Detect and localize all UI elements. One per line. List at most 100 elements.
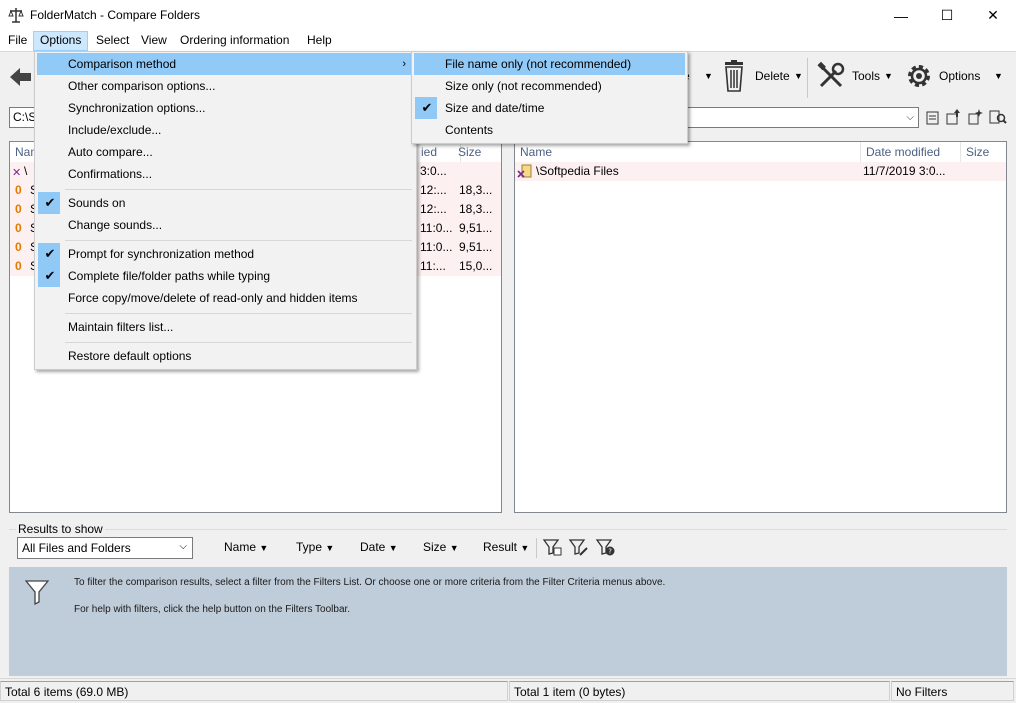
criteria-label: Result (483, 540, 518, 554)
gear-icon (908, 65, 930, 87)
table-row[interactable]: \Softpedia Files 11/7/2019 3:0... (515, 162, 1006, 181)
trash-icon (725, 60, 743, 92)
criteria-label: Name (224, 540, 257, 554)
results-label: Results to show (16, 522, 105, 536)
menu-item-restore-defaults[interactable]: Restore default options (37, 345, 414, 367)
row-date: 3:0... (420, 164, 447, 178)
file-status-icon: 0 (15, 202, 22, 216)
menu-item-complete-paths[interactable]: ✔ Complete file/folder paths while typin… (37, 265, 414, 287)
toolbar-separator (536, 538, 537, 558)
menu-item-label: Synchronization options... (68, 101, 206, 115)
criteria-name-button[interactable]: Name ▼ (224, 540, 268, 554)
menu-item-change-sounds[interactable]: Change sounds... (37, 214, 414, 236)
menu-select[interactable]: Select (90, 31, 135, 51)
menu-item-contents[interactable]: Contents (414, 119, 685, 141)
criteria-date-button[interactable]: Date ▼ (360, 540, 398, 554)
criteria-size-button[interactable]: Size ▼ (423, 540, 459, 554)
menu-item-label: File name only (not recommended) (445, 57, 632, 71)
right-list-header: Name Date modified Size (515, 142, 1006, 163)
menu-options[interactable]: Options (33, 31, 89, 51)
menu-item-comparison-method[interactable]: Comparison method › (37, 53, 414, 75)
menu-item-other-comparison-options[interactable]: Other comparison options... (37, 75, 414, 97)
menu-item-label: Change sounds... (68, 218, 163, 232)
menu-separator (65, 189, 412, 190)
menu-item-auto-compare[interactable]: Auto compare... (37, 141, 414, 163)
menu-item-prompt-sync-method[interactable]: ✔ Prompt for synchronization method (37, 243, 414, 265)
criteria-type-button[interactable]: Type ▼ (296, 540, 334, 554)
tools-button[interactable]: Tools ▼ (816, 60, 896, 94)
row-date: 11/7/2019 3:0... (863, 164, 946, 178)
svg-text:?: ? (608, 548, 612, 556)
menu-item-label: Force copy/move/delete of read-only and … (68, 291, 358, 305)
scales-icon (8, 8, 24, 23)
menu-separator (65, 313, 412, 314)
filter-help-icon[interactable]: ? (595, 537, 615, 557)
menu-file[interactable]: File (2, 31, 33, 51)
right-path-field[interactable]: ⌵ (686, 107, 919, 128)
menu-item-label: Comparison method (68, 57, 177, 71)
menu-item-label: Complete file/folder paths while typing (68, 269, 271, 283)
file-status-icon: 0 (15, 240, 22, 254)
delete-button[interactable]: Delete ▼ (722, 60, 804, 94)
column-name[interactable]: Name (515, 142, 861, 162)
check-icon: ✔ (44, 246, 56, 261)
menu-view[interactable]: View (135, 31, 173, 51)
menu-item-label: Other comparison options... (68, 79, 216, 93)
options-label: Options (939, 69, 981, 83)
maximize-icon: ☐ (940, 7, 954, 23)
menu-item-include-exclude[interactable]: Include/exclude... (37, 119, 414, 141)
caret-down-icon: ▼ (325, 543, 335, 553)
maximize-button[interactable]: ☐ (924, 0, 970, 31)
row-size: 15,0... (459, 259, 493, 273)
caret-down-icon: ▼ (520, 543, 530, 553)
column-size[interactable]: Size (961, 142, 1006, 162)
minimize-button[interactable]: — (878, 0, 924, 31)
mismatch-folder-icon (517, 163, 533, 179)
row-date: 12:... (420, 183, 447, 197)
window-title: FolderMatch - Compare Folders (30, 8, 201, 22)
criteria-label: Size (423, 540, 447, 554)
folder-up-icon[interactable] (945, 108, 961, 126)
menu-item-file-name-only[interactable]: File name only (not recommended) (414, 53, 685, 75)
menu-item-size-and-date[interactable]: ✔ Size and date/time (414, 97, 685, 119)
menu-item-synchronization-options[interactable]: Synchronization options... (37, 97, 414, 119)
file-status-icon: 0 (15, 221, 22, 235)
menu-item-confirmations[interactable]: Confirmations... (37, 163, 414, 185)
menu-item-label: Contents (445, 123, 494, 137)
row-name: \Softpedia Files (536, 164, 619, 178)
search-folder-icon[interactable] (989, 108, 1007, 126)
caret-down-icon: ▼ (794, 71, 803, 81)
results-select[interactable]: All Files and Folders ⌵ (17, 537, 193, 559)
options-button[interactable]: Options ▼ (904, 60, 1008, 94)
file-status-icon: 0 (15, 183, 22, 197)
menu-item-label: Include/exclude... (68, 123, 162, 137)
menu-item-force-copy[interactable]: Force copy/move/delete of read-only and … (37, 287, 414, 309)
menu-item-sounds-on[interactable]: ✔ Sounds on (37, 192, 414, 214)
caret-down-icon: ▼ (994, 71, 1003, 81)
row-size: 9,51... (459, 221, 493, 235)
row-date: 12:... (420, 202, 447, 216)
funnel-icon (25, 580, 49, 605)
menu-ordering-information[interactable]: Ordering information (174, 31, 295, 51)
back-button[interactable] (6, 64, 34, 90)
column-size[interactable]: Size (453, 142, 501, 162)
sparkle-folder-icon[interactable] (967, 108, 983, 126)
menu-item-size-only[interactable]: Size only (not recommended) (414, 75, 685, 97)
right-file-list[interactable]: Name Date modified Size \Softpedia Files… (514, 141, 1007, 513)
criteria-result-button[interactable]: Result ▼ (483, 540, 529, 554)
folder-list-icon[interactable] (925, 108, 941, 126)
filter-info-text: To filter the comparison results, select… (74, 577, 666, 588)
menu-item-maintain-filters[interactable]: Maintain filters list... (37, 316, 414, 338)
status-right: Total 1 item (0 bytes) (509, 681, 890, 701)
filter-help-text: For help with filters, click the help bu… (74, 604, 351, 615)
results-select-value: All Files and Folders (22, 541, 131, 555)
close-button[interactable]: ✕ (970, 0, 1016, 31)
status-left: Total 6 items (69.0 MB) (0, 681, 508, 701)
column-modified[interactable]: Date modified (861, 142, 961, 162)
menu-help[interactable]: Help (301, 31, 338, 51)
arrow-left-icon (10, 68, 31, 86)
filter-edit-icon[interactable] (568, 537, 588, 557)
filter-save-icon[interactable] (542, 537, 562, 557)
dropdown-arrow-icon[interactable]: ⌵ (906, 108, 914, 127)
caret-down-icon[interactable]: ▼ (704, 71, 713, 81)
